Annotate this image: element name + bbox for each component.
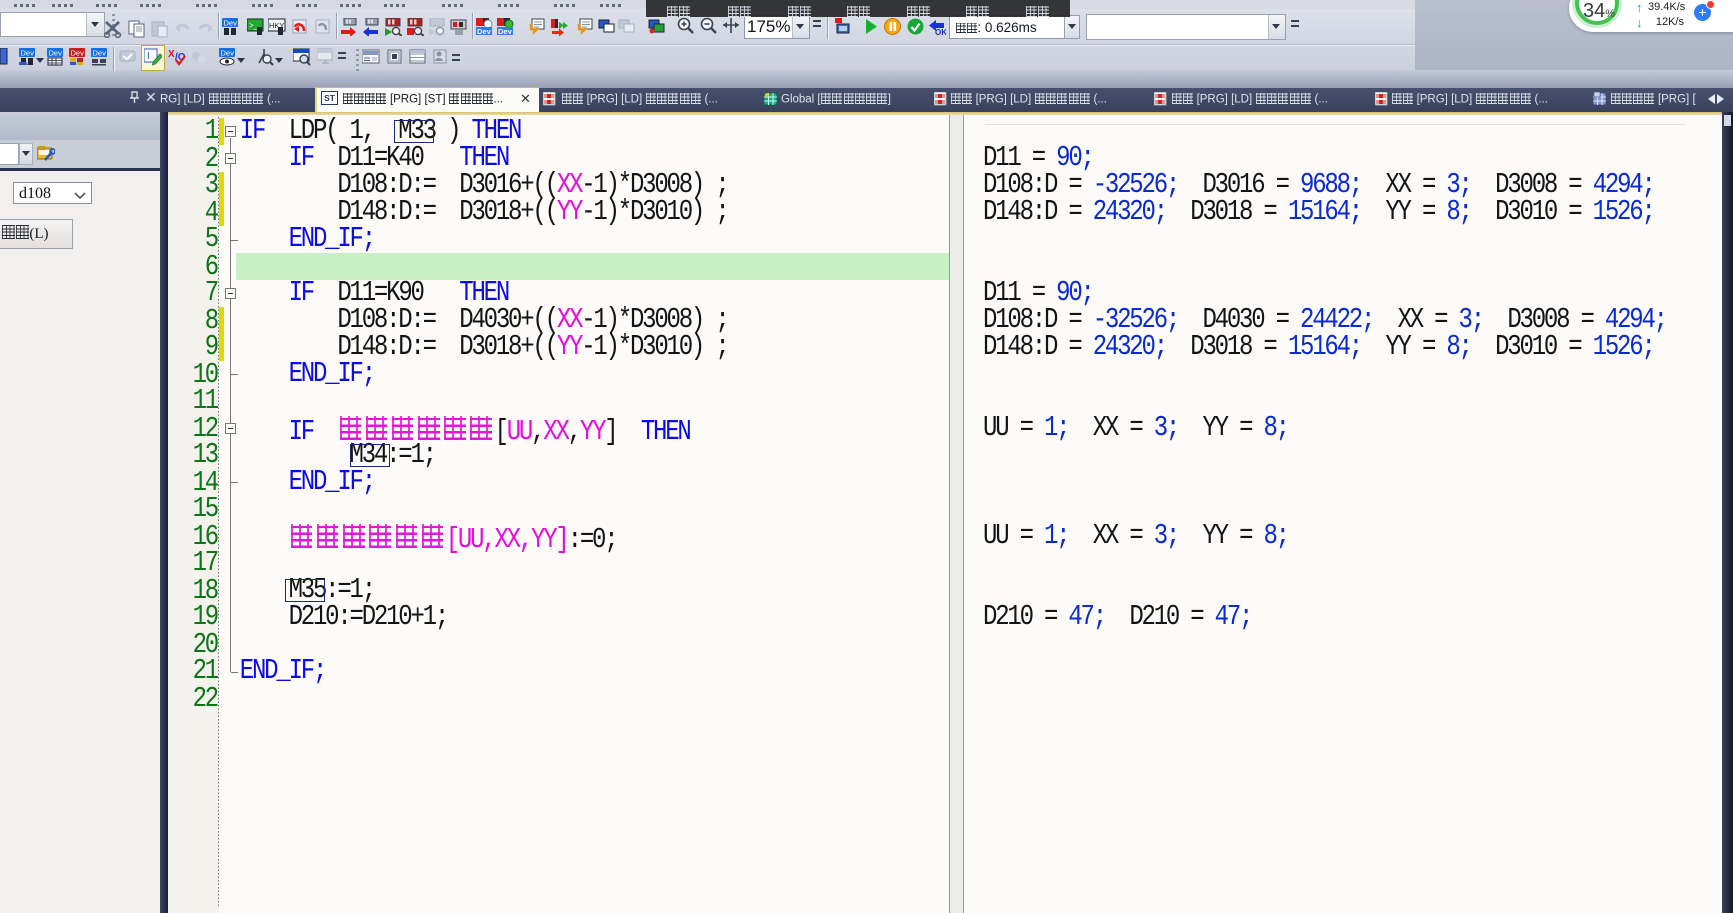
svg-text:X: X: [168, 49, 175, 60]
svg-text:Dev: Dev: [49, 49, 63, 58]
svg-text:Dev: Dev: [498, 27, 513, 36]
svg-text:Dev: Dev: [224, 19, 238, 28]
svg-text:I: I: [147, 51, 150, 62]
svg-text:Dev: Dev: [71, 49, 85, 58]
svg-text:OK: OK: [935, 28, 946, 36]
svg-text:Dev: Dev: [221, 49, 235, 58]
svg-text:Dev: Dev: [477, 27, 492, 36]
svg-text:Dev: Dev: [21, 49, 35, 58]
svg-text:Dev: Dev: [93, 49, 107, 58]
